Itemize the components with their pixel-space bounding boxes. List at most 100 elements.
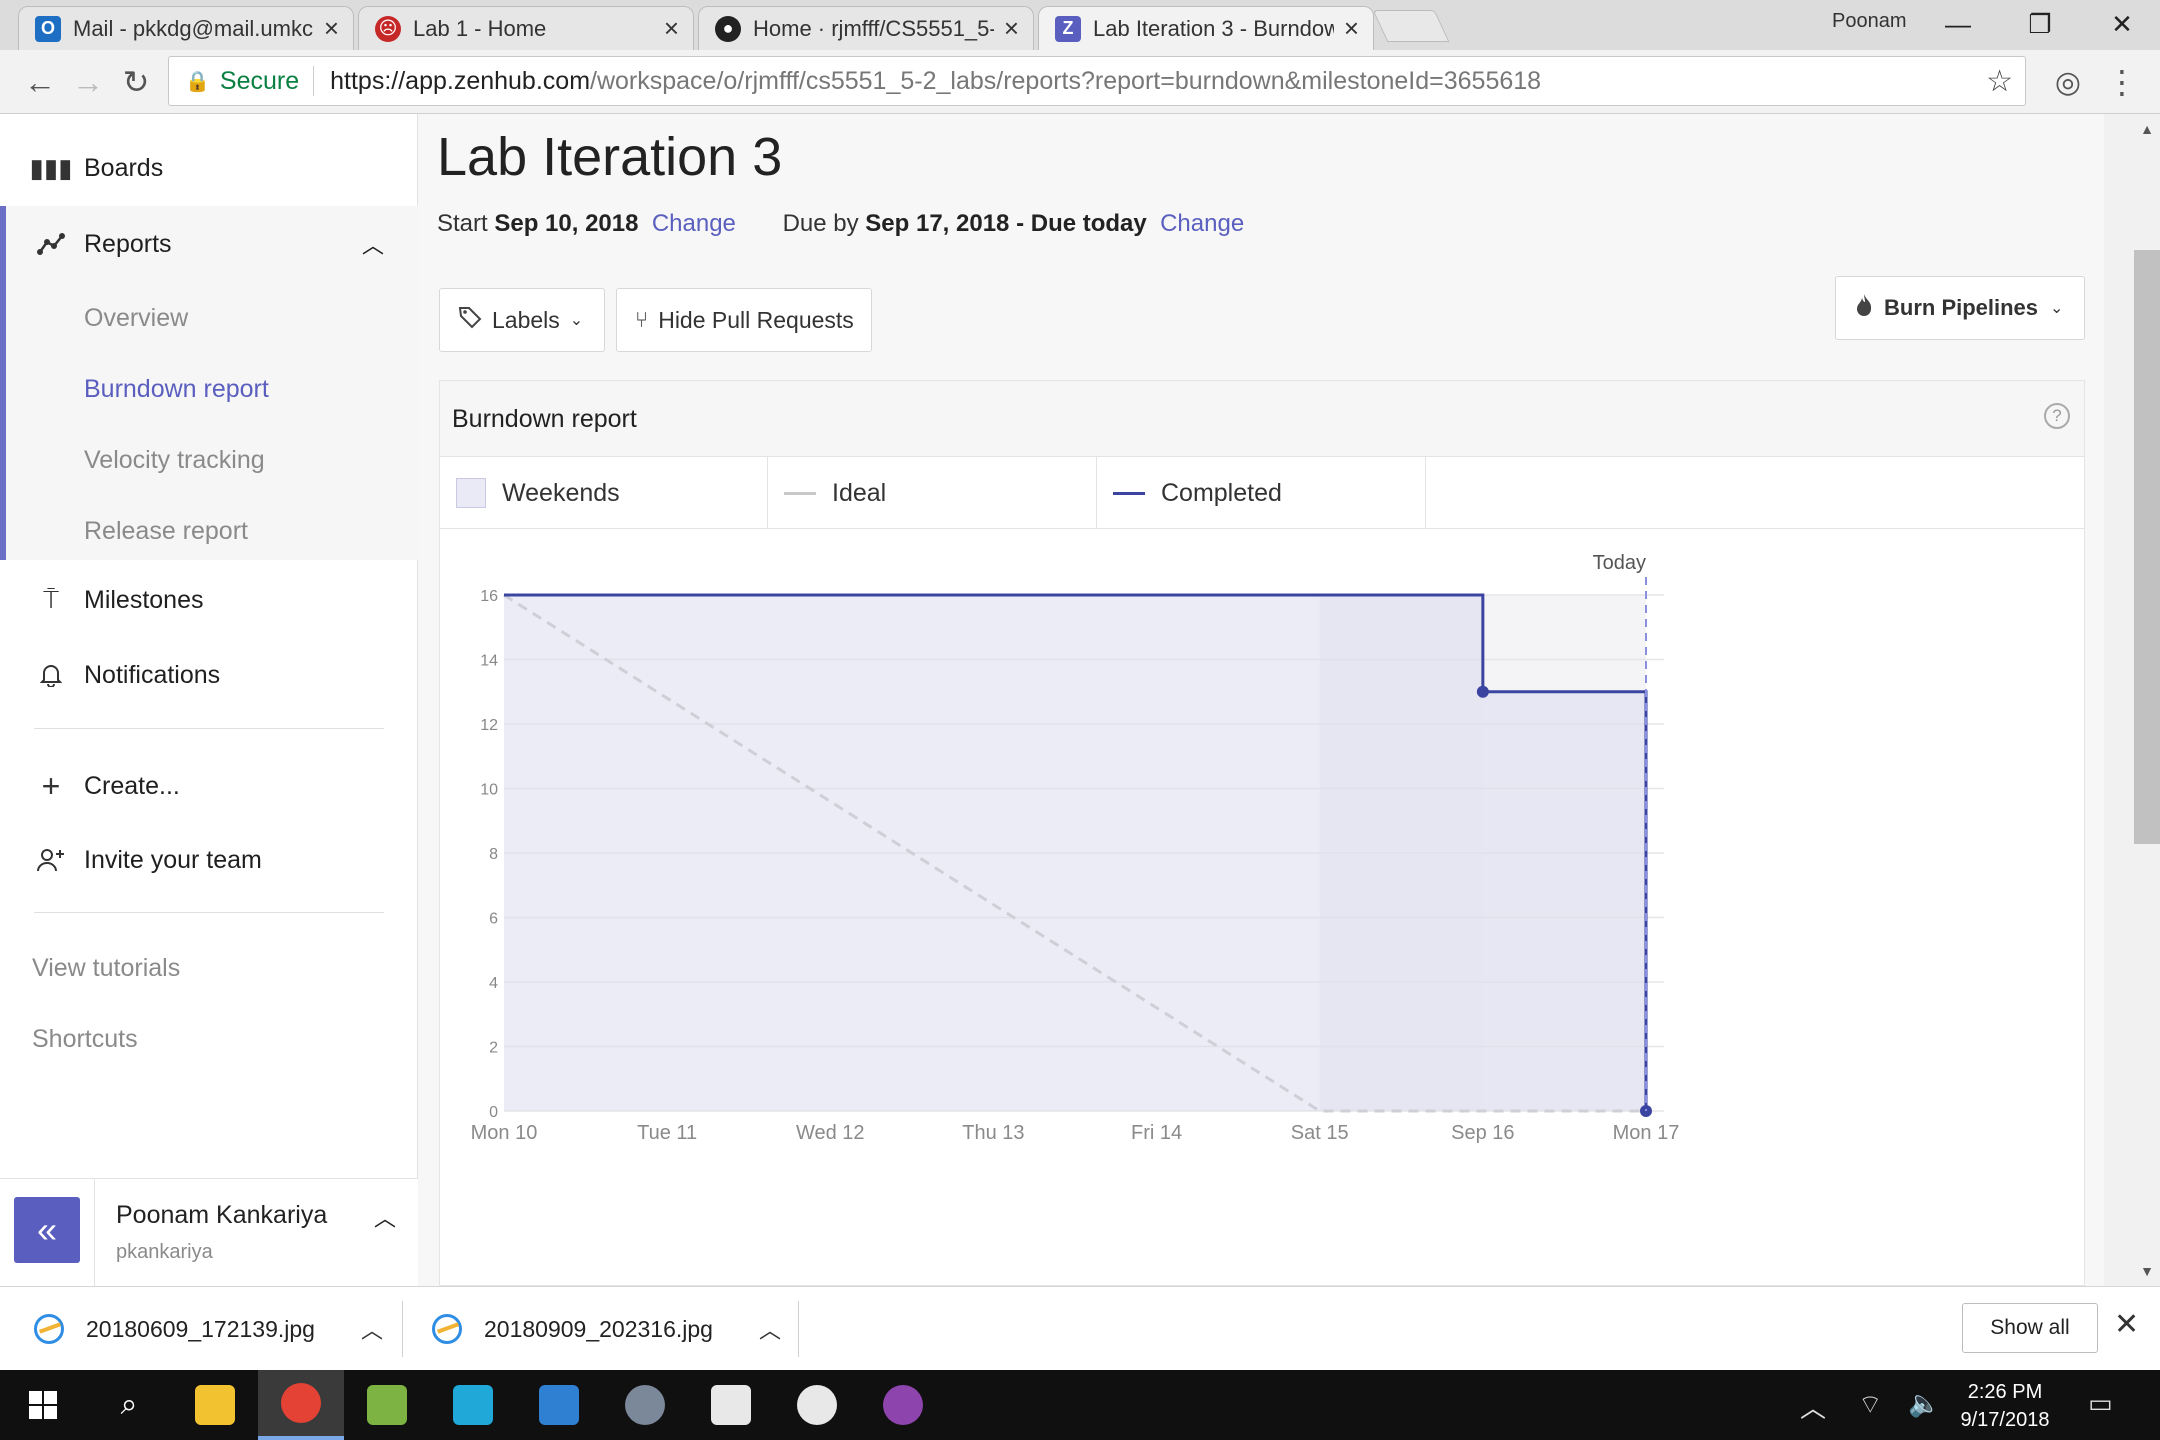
close-tab-icon[interactable]: × [664,13,679,44]
r-icon[interactable] [602,1370,688,1440]
address-bar[interactable]: 🔒 Secure https://app.zenhub.com /workspa… [168,56,2026,106]
legend-label: Completed [1161,478,1282,507]
shortcuts-link[interactable]: Shortcuts [32,1025,138,1054]
tab-title: Home · rjmfff/CS5551_5-2 [753,15,994,41]
file-explorer-icon[interactable] [172,1370,258,1440]
y-tick-label: 2 [489,1040,498,1057]
restore-icon[interactable]: ❐ [2008,4,2072,44]
tab-github[interactable]: ● Home · rjmfff/CS5551_5-2 × [698,6,1034,50]
profile-name[interactable]: Poonam [1832,10,1907,33]
volume-icon[interactable]: 🔈 [1908,1388,1940,1419]
close-window-icon[interactable]: ✕ [2090,4,2154,44]
minimize-icon[interactable]: — [1926,4,1990,44]
new-tab-button[interactable] [1372,10,1450,42]
zenhub-icon: Z [1055,15,1081,42]
change-due-link[interactable]: Change [1160,210,1244,237]
sidebar-item-label: Reports [84,229,172,258]
extension-icon[interactable]: ◎ [2046,60,2090,104]
legend-label: Weekends [502,478,620,507]
x-tick-label: Fri 14 [1131,1122,1182,1144]
legend-completed[interactable]: Completed [1097,457,1426,529]
sidebar-item-label: Notifications [84,660,221,689]
tab-zenhub[interactable]: Z Lab Iteration 3 - Burndow × [1038,6,1374,50]
sidebar-item-notifications[interactable]: Notifications [0,645,418,705]
divider [34,912,384,913]
page-scrollbar-thumb[interactable] [2134,250,2160,844]
labels-filter-button[interactable]: Labels ⌄ [439,288,605,352]
scroll-up-arrow-icon[interactable]: ▲ [2134,116,2160,142]
chevron-up-icon[interactable]: ︿ [374,1201,396,1233]
show-all-downloads-button[interactable]: Show all [1962,1303,2098,1353]
sticky-notes-icon[interactable] [688,1370,774,1440]
chevron-up-icon[interactable]: ︿ [362,228,384,260]
report-item-overview[interactable]: Overview [84,304,188,333]
change-start-link[interactable]: Change [652,210,736,237]
due-date: Sep 17, 2018 - Due today [865,210,1147,237]
browser-toolbar: ← → ↻ 🔒 Secure https://app.zenhub.com /w… [0,50,2160,114]
github-desktop-icon[interactable] [860,1370,946,1440]
windows-taskbar: ⌕ ︿ ⌔ 🔈 2:26 PM 9/17/2018 ▭ [0,1370,2160,1440]
report-item-burndown[interactable]: Burndown report [84,375,269,404]
sidebar-item-create[interactable]: + Create... [0,756,418,816]
tab-title: Lab 1 - Home [413,15,547,41]
collapse-sidebar-button[interactable]: « [14,1197,80,1263]
forward-icon[interactable]: → [66,60,110,104]
reload-icon[interactable]: ↻ [114,60,158,104]
tray-chevron-icon[interactable]: ︿ [1800,1388,1826,1425]
panel-title: Burndown report [452,405,637,433]
sidebar-item-boards[interactable]: ▮▮▮ Boards [0,138,418,198]
button-label: Hide Pull Requests [658,306,854,333]
sidebar: ▮▮▮ Boards Reports ︿ Overview Burndown r… [0,114,418,1287]
pull-request-icon: ⑂ [635,307,649,332]
weekends-swatch [456,478,486,508]
sidebar-item-milestones[interactable]: ⍑ Milestones [0,570,418,630]
clock-date: 9/17/2018 [1960,1409,2050,1431]
report-item-velocity[interactable]: Velocity tracking [84,446,265,475]
app-window-icon[interactable] [516,1370,602,1440]
tab-title: Lab Iteration 3 - Burndow [1093,15,1334,41]
y-tick-label: 12 [480,717,498,734]
x-tick-label: Mon 17 [1613,1122,1680,1144]
help-icon[interactable]: ? [2044,403,2070,429]
webstorm-icon[interactable] [430,1370,516,1440]
windows-start-icon[interactable] [0,1370,86,1440]
clock[interactable]: 2:26 PM 9/17/2018 [1940,1378,2070,1434]
android-studio-icon[interactable] [344,1370,430,1440]
wifi-icon[interactable]: ⌔ [1858,1388,1882,1421]
download-item[interactable]: 20180609_172139.jpg ︿ [34,1287,383,1371]
sidebar-item-reports[interactable]: Reports ︿ [0,214,418,274]
smiley-icon[interactable] [774,1370,860,1440]
legend-ideal[interactable]: Ideal [768,457,1097,529]
view-tutorials-link[interactable]: View tutorials [32,954,180,983]
action-center-icon[interactable]: ▭ [2088,1388,2113,1419]
angry-face-icon: ☹ [375,15,401,42]
tab-mail[interactable]: O Mail - pkkdg@mail.umkc × [18,6,354,50]
chevron-up-icon[interactable]: ︿ [759,1313,781,1345]
start-label: Start [437,210,488,237]
legend-weekends[interactable]: Weekends [440,457,768,529]
close-shelf-icon[interactable]: ✕ [2114,1307,2139,1342]
sidebar-item-label: Milestones [84,585,204,614]
report-item-release[interactable]: Release report [84,517,248,546]
close-tab-icon[interactable]: × [1004,13,1019,44]
y-tick-label: 4 [489,975,498,992]
tab-lab1[interactable]: ☹ Lab 1 - Home × [358,6,694,50]
bookmark-star-icon[interactable]: ☆ [1986,64,2013,99]
back-icon[interactable]: ← [18,60,62,104]
user-name[interactable]: Poonam Kankariya [116,1201,327,1230]
download-filename: 20180609_172139.jpg [86,1315,315,1342]
bell-icon [34,663,68,687]
sidebar-item-invite[interactable]: Invite your team [0,830,418,890]
search-icon[interactable]: ⌕ [86,1370,172,1440]
burn-pipelines-button[interactable]: Burn Pipelines ⌄ [1835,276,2085,340]
hide-pull-requests-button[interactable]: ⑂ Hide Pull Requests [616,288,872,352]
chevron-up-icon[interactable]: ︿ [361,1313,383,1345]
close-tab-icon[interactable]: × [324,13,339,44]
chrome-icon[interactable] [258,1370,344,1440]
download-item[interactable]: 20180909_202316.jpg ︿ [432,1287,781,1371]
menu-icon[interactable]: ⋮ [2100,60,2144,104]
panel-header: Burndown report ? [440,381,2084,457]
flame-icon [1854,293,1874,323]
close-tab-icon[interactable]: × [1344,13,1359,44]
scroll-down-arrow-icon[interactable]: ▼ [2134,1258,2160,1284]
